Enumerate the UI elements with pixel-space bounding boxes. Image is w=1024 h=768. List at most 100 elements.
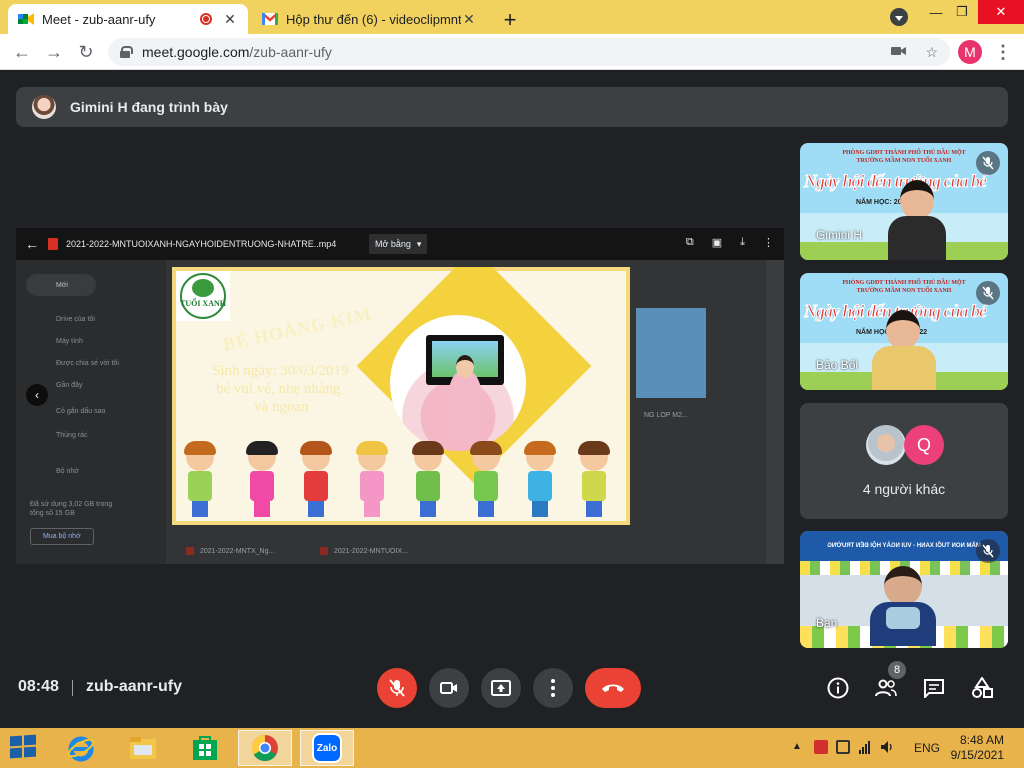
participant-name: Gimini H: [816, 228, 863, 242]
drive-new-button[interactable]: Mới: [26, 274, 96, 296]
camera-toggle-button[interactable]: [429, 668, 469, 708]
drive-file[interactable]: 2021-2022-MNTUOIX...: [320, 544, 408, 558]
network-icon[interactable]: [858, 740, 872, 754]
close-tab-icon[interactable]: ✕: [222, 11, 238, 27]
activities-button[interactable]: [970, 676, 994, 700]
recording-indicator-icon: [200, 13, 212, 25]
presenter-text: Gimini H đang trình bày: [70, 99, 228, 115]
more-options-button[interactable]: [533, 668, 573, 708]
drive-storage-text: Đã sử dụng 3,02 GB trong tổng số 15 GB: [30, 501, 113, 517]
drive-file-name: 2021-2022-MNTX_Ng...: [200, 547, 275, 555]
file-explorer-icon[interactable]: [116, 730, 170, 766]
video-file-name: 2021-2022-MNTUOIXANH-NGAYHOIDENTRUONG-NH…: [66, 239, 337, 249]
close-window-icon[interactable]: ✕: [978, 0, 1024, 24]
google-meet-icon: [18, 13, 34, 25]
participant-avatar: [866, 425, 906, 465]
video-file-icon: [186, 547, 194, 555]
new-tab-button[interactable]: +: [498, 7, 522, 33]
others-tile[interactable]: Q 4 người khác: [800, 403, 1008, 519]
meeting-details-button[interactable]: [826, 676, 850, 700]
back-icon[interactable]: ←: [10, 40, 34, 64]
zalo-icon[interactable]: Zalo: [300, 730, 354, 766]
drive-file-name: 2021-2022-MNTUOIX...: [334, 547, 408, 555]
face-mask: [886, 607, 920, 629]
back-arrow-icon[interactable]: ←: [16, 236, 48, 252]
power-icon[interactable]: [836, 740, 850, 754]
system-clock[interactable]: 8:48 AM 9/15/2021: [951, 733, 1004, 763]
drive-side-item[interactable]: Có gắn dấu sao: [56, 408, 105, 415]
participant-name: Bảo Bối: [816, 358, 859, 372]
volume-icon[interactable]: [880, 740, 894, 754]
tab-gmail[interactable]: Hộp thư đến (6) - videoclipmntuo ✕: [252, 4, 487, 34]
drive-side-item[interactable]: Thùng rác: [56, 432, 88, 439]
drive-thumbnail: [636, 308, 706, 398]
forward-icon[interactable]: →: [42, 40, 66, 64]
browser-toolbar: ← → ↻ meet.google.com/zub-aanr-ufy ☆ M ⋮: [0, 34, 1024, 70]
people-button[interactable]: [874, 676, 898, 700]
open-with-button[interactable]: Mở bằng ▾: [369, 234, 428, 254]
windows-start-icon[interactable]: [10, 734, 38, 760]
mic-off-icon: [976, 539, 1000, 563]
comment-icon[interactable]: ▣: [712, 236, 722, 249]
action-center-icon[interactable]: [814, 740, 828, 754]
system-tray: ▲ ENG 8:48 AM 9/15/2021: [784, 728, 1024, 768]
open-with-label: Mở bằng: [375, 239, 411, 249]
browser-tab-strip: Meet - zub-aanr-ufy ✕ Hộp thư đến (6) - …: [0, 0, 1024, 34]
download-icon[interactable]: ⤓: [740, 236, 745, 249]
slide-title: BÉ HOÀNG KIM: [221, 303, 374, 355]
close-tab-icon[interactable]: ✕: [461, 11, 477, 27]
leave-call-button[interactable]: [585, 668, 641, 708]
more-icon[interactable]: ⋮: [763, 236, 774, 249]
drive-side-item[interactable]: Drive của tôi: [56, 316, 95, 323]
drive-file-name: NG LOP M2...: [644, 411, 688, 419]
lock-icon[interactable]: [120, 46, 133, 58]
presented-slide: TUỔI XANH BÉ HOÀNG KIM Sinh ngày: 30/03/…: [172, 267, 630, 525]
profile-avatar[interactable]: M: [958, 40, 982, 64]
microphone-toggle-button[interactable]: [377, 668, 417, 708]
logo-text: TUỔI XANH: [179, 299, 226, 308]
video-file-icon: [48, 238, 58, 250]
internet-explorer-icon[interactable]: [54, 730, 108, 766]
drive-side-item[interactable]: Được chia sẻ với tôi: [56, 360, 119, 367]
participant-tile[interactable]: PHÒNG GDĐT THÀNH PHỐ THỦ DẦU MỘT TRƯỜNG …: [800, 143, 1008, 260]
drive-side-item[interactable]: Gần đây: [56, 382, 82, 389]
url-path: /zub-aanr-ufy: [249, 44, 332, 60]
tab-search-icon[interactable]: [890, 8, 908, 26]
self-tile[interactable]: MẦM NON TUỔI XANH - VUI NGÀY HỘI ĐẾN TRƯ…: [800, 531, 1008, 648]
reload-icon[interactable]: ↻: [74, 40, 98, 64]
participant-tile[interactable]: PHÒNG GDĐT THÀNH PHỐ THỦ DẦU MỘT TRƯỜNG …: [800, 273, 1008, 390]
previous-arrow-icon[interactable]: ‹: [26, 384, 48, 406]
bookmark-star-icon[interactable]: ☆: [925, 44, 938, 61]
tab-meet[interactable]: Meet - zub-aanr-ufy ✕: [8, 4, 248, 34]
tab-title: Hộp thư đến (6) - videoclipmntuo: [286, 11, 461, 27]
chat-button[interactable]: [922, 676, 946, 700]
gmail-icon: [262, 13, 278, 25]
meeting-time: 08:48: [18, 678, 59, 695]
chrome-icon[interactable]: [238, 730, 292, 766]
camera-icon: [440, 682, 457, 694]
address-bar[interactable]: meet.google.com/zub-aanr-ufy ☆: [108, 38, 950, 66]
clock-date: 9/15/2021: [950, 748, 1004, 762]
others-count-text: 4 người khác: [862, 481, 946, 497]
people-count-badge: 8: [888, 661, 906, 679]
info-icon: [827, 677, 849, 699]
input-language[interactable]: ENG: [914, 741, 940, 755]
presenter-banner: Gimini H đang trình bày: [16, 87, 1008, 127]
buy-storage-button[interactable]: Mua bộ nhớ: [30, 528, 94, 545]
drive-side-item[interactable]: Bộ nhớ: [56, 468, 79, 475]
tab-title: Meet - zub-aanr-ufy: [42, 11, 156, 27]
camera-in-use-icon[interactable]: [891, 44, 907, 58]
zalo-label: Zalo: [312, 733, 342, 763]
show-hidden-icons-icon[interactable]: ▲: [792, 741, 806, 755]
add-to-drive-icon[interactable]: ⧉: [686, 236, 694, 249]
restore-icon[interactable]: ❐: [946, 0, 978, 24]
drive-file[interactable]: 2021-2022-MNTX_Ng...: [186, 544, 274, 558]
store-icon[interactable]: [178, 730, 232, 766]
drive-side-item[interactable]: Máy tính: [56, 338, 83, 345]
present-screen-button[interactable]: [481, 668, 521, 708]
presenter-avatar: [32, 95, 56, 119]
drive-file[interactable]: NG LOP M2...: [644, 408, 688, 422]
video-preview-bar: ← 2021-2022-MNTUOIXANH-NGAYHOIDENTRUONG-…: [16, 228, 784, 260]
chrome-menu-icon[interactable]: ⋮: [994, 40, 1012, 64]
slide-line-2: bé vui vẻ, nhẹ nhàng: [216, 381, 341, 397]
